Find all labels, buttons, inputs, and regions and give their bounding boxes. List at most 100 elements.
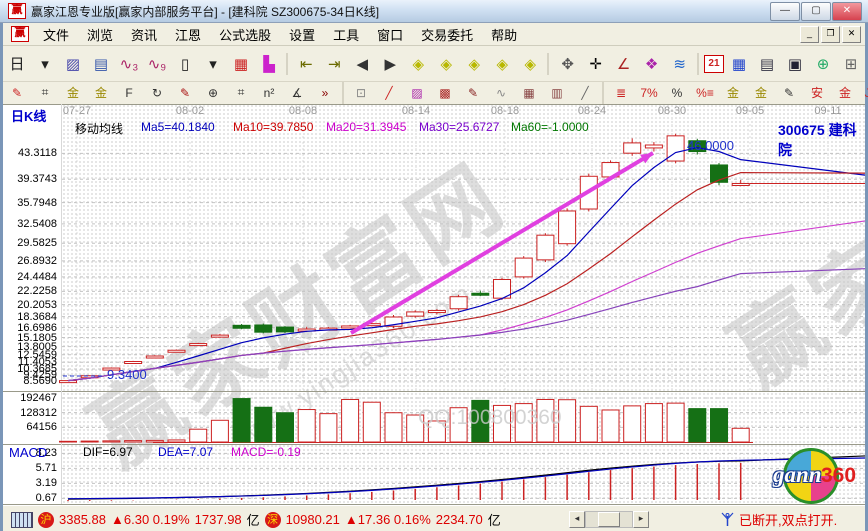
shenzhen-icon: 深	[265, 512, 281, 528]
dense-grid-icon[interactable]: ⌗	[228, 83, 254, 102]
shade-grid-icon[interactable]: ▨	[404, 83, 430, 102]
notepad-icon[interactable]: ▤	[754, 51, 780, 77]
wave-tool-icon[interactable]: ∿	[488, 83, 514, 102]
crosshair-icon[interactable]: ✛	[583, 51, 609, 77]
date-axis-label: 09-11	[803, 105, 853, 117]
grid-tool-icon[interactable]: ⌗	[32, 83, 58, 102]
red-pen-icon[interactable]: ✎	[172, 83, 198, 102]
shanghai-icon: 沪	[38, 512, 54, 528]
connection-status: 已断开,双点打开.	[739, 510, 837, 529]
gann-grid-icon[interactable]: ▦	[228, 51, 254, 77]
slant-icon[interactable]: ╱	[572, 83, 598, 102]
nav-forward-icon[interactable]: ▶	[377, 51, 403, 77]
time-cycle-icon[interactable]: ⊕	[200, 83, 226, 102]
maximize-button[interactable]: ▢	[801, 2, 831, 21]
dropdown-caret-icon[interactable]: ▾	[32, 51, 58, 77]
more-chevron-icon[interactable]: »	[312, 83, 338, 102]
menu-item-5[interactable]: 设置	[280, 23, 324, 46]
spiral-icon[interactable]: ↻	[144, 83, 170, 102]
menu-item-6[interactable]: 工具	[324, 23, 368, 46]
calculator-icon[interactable]: ▦	[726, 51, 752, 77]
mirror-angle-icon[interactable]: ∡	[284, 83, 310, 102]
f-grid-icon[interactable]: F	[116, 83, 142, 102]
calendar-21-icon[interactable]: 21	[704, 55, 724, 73]
grid4-icon[interactable]: ▥	[544, 83, 570, 102]
magic-box-icon[interactable]: ▨	[60, 51, 86, 77]
color-bars-icon[interactable]: ▙	[256, 51, 282, 77]
menu-item-2[interactable]: 资讯	[122, 23, 166, 46]
scrollbar-thumb[interactable]	[598, 512, 620, 527]
box-select-icon[interactable]: ⊡	[348, 83, 374, 102]
an-tool-icon[interactable]: 安	[804, 83, 830, 102]
export-web-icon[interactable]: ⊕	[810, 51, 836, 77]
wave-9-icon[interactable]: ∿₉	[144, 51, 170, 77]
sz-change: ▲17.36 0.16%	[345, 512, 431, 527]
menu-item-7[interactable]: 窗口	[368, 23, 412, 46]
gold-red-icon[interactable]: 金	[832, 83, 858, 102]
price-axis-label: 24.4484	[5, 271, 57, 283]
export-pc-icon[interactable]: ⊞	[838, 51, 864, 77]
zoom-diamond-left-icon[interactable]: ◈	[405, 51, 431, 77]
menu-item-1[interactable]: 浏览	[78, 23, 122, 46]
mdi-minimize-button[interactable]: _	[800, 26, 819, 43]
close-button[interactable]: ✕	[832, 2, 862, 21]
sz-index: 10980.21	[286, 512, 340, 527]
dropdown-caret-icon[interactable]: ▾	[200, 51, 226, 77]
menu-item-9[interactable]: 帮助	[482, 23, 526, 46]
mdi-close-button[interactable]: ✕	[842, 26, 861, 43]
macd-axis-label: 0.67	[5, 492, 57, 504]
shade-grid2-icon[interactable]: ▩	[432, 83, 458, 102]
j-angle-icon[interactable]: J∠	[860, 83, 868, 102]
chart-area[interactable]: 赢家财富网 www.yingjia360.com 赢家财富网 43.311839…	[3, 104, 865, 505]
scroll-left-button[interactable]: ◂	[569, 511, 585, 528]
kline-display-icon[interactable]: 日	[4, 51, 30, 77]
keyboard-icon[interactable]	[11, 512, 33, 528]
gold-circle-icon[interactable]: 金	[720, 83, 746, 102]
toolbar-drawing: ✎⌗金金F↻✎⊕⌗n²∡»⊡╱▨▩✎∿▦▥╱≣7%%%≡金金✎安金J∠F∠金∠速…	[3, 82, 865, 103]
candle-style-icon[interactable]: ▯	[172, 51, 198, 77]
price-ladder-icon[interactable]: ≣	[608, 83, 634, 102]
ma30-value: Ma30=25.6727	[419, 120, 499, 134]
grid3-icon[interactable]: ▦	[516, 83, 542, 102]
cloud-icon[interactable]: ≋	[667, 51, 693, 77]
n-squared-icon[interactable]: n²	[256, 83, 282, 102]
gold-grid-icon[interactable]: 金	[60, 83, 86, 102]
flag-pen-icon[interactable]: ✎	[776, 83, 802, 102]
zoom-diamond-out-icon[interactable]: ◈	[517, 51, 543, 77]
macd-dea-value: DEA=7.07	[158, 445, 213, 459]
nav-last-icon[interactable]: ⇥	[321, 51, 347, 77]
mdi-restore-button[interactable]: ❐	[821, 26, 840, 43]
gold-lines-icon[interactable]: 金	[748, 83, 774, 102]
nav-back-icon[interactable]: ◀	[349, 51, 375, 77]
pct-line-icon[interactable]: %≡	[692, 83, 718, 102]
zoom-diamond-right-icon[interactable]: ◈	[433, 51, 459, 77]
menu-item-8[interactable]: 交易委托	[412, 23, 482, 46]
pct-icon[interactable]: %	[664, 83, 690, 102]
zoom-diamond-in-icon[interactable]: ◈	[489, 51, 515, 77]
volume-axis-label: 192467	[5, 392, 57, 404]
zoom-diamond-h-icon[interactable]: ◈	[461, 51, 487, 77]
app-logo-icon: 赢	[8, 3, 26, 19]
antenna-icon	[721, 512, 734, 527]
menu-item-4[interactable]: 公式选股	[210, 23, 280, 46]
seven-pct-icon[interactable]: 7%	[636, 83, 662, 102]
date-axis-label: 08-24	[567, 105, 617, 117]
brush-icon[interactable]: ✎	[4, 83, 30, 102]
pencil-icon[interactable]: ✎	[460, 83, 486, 102]
nav-first-icon[interactable]: ⇤	[293, 51, 319, 77]
hand-tool-icon[interactable]: ✥	[555, 51, 581, 77]
info-list-icon[interactable]: ▤	[88, 51, 114, 77]
menu-item-3[interactable]: 江恩	[166, 23, 210, 46]
wave-3-icon[interactable]: ∿₃	[116, 51, 142, 77]
scroll-right-button[interactable]: ▸	[633, 511, 649, 528]
grape-icon[interactable]: ❖	[639, 51, 665, 77]
minimize-button[interactable]: —	[770, 2, 800, 21]
save-icon[interactable]: ▣	[782, 51, 808, 77]
angle-measure-icon[interactable]: ∠	[611, 51, 637, 77]
date-axis-label: 08-02	[165, 105, 215, 117]
menu-item-0[interactable]: 文件	[34, 23, 78, 46]
status-scrollbar[interactable]	[585, 511, 633, 528]
fan-lines-icon[interactable]: ╱	[376, 83, 402, 102]
gold-grid2-icon[interactable]: 金	[88, 83, 114, 102]
gann360-text: gann	[773, 462, 822, 488]
